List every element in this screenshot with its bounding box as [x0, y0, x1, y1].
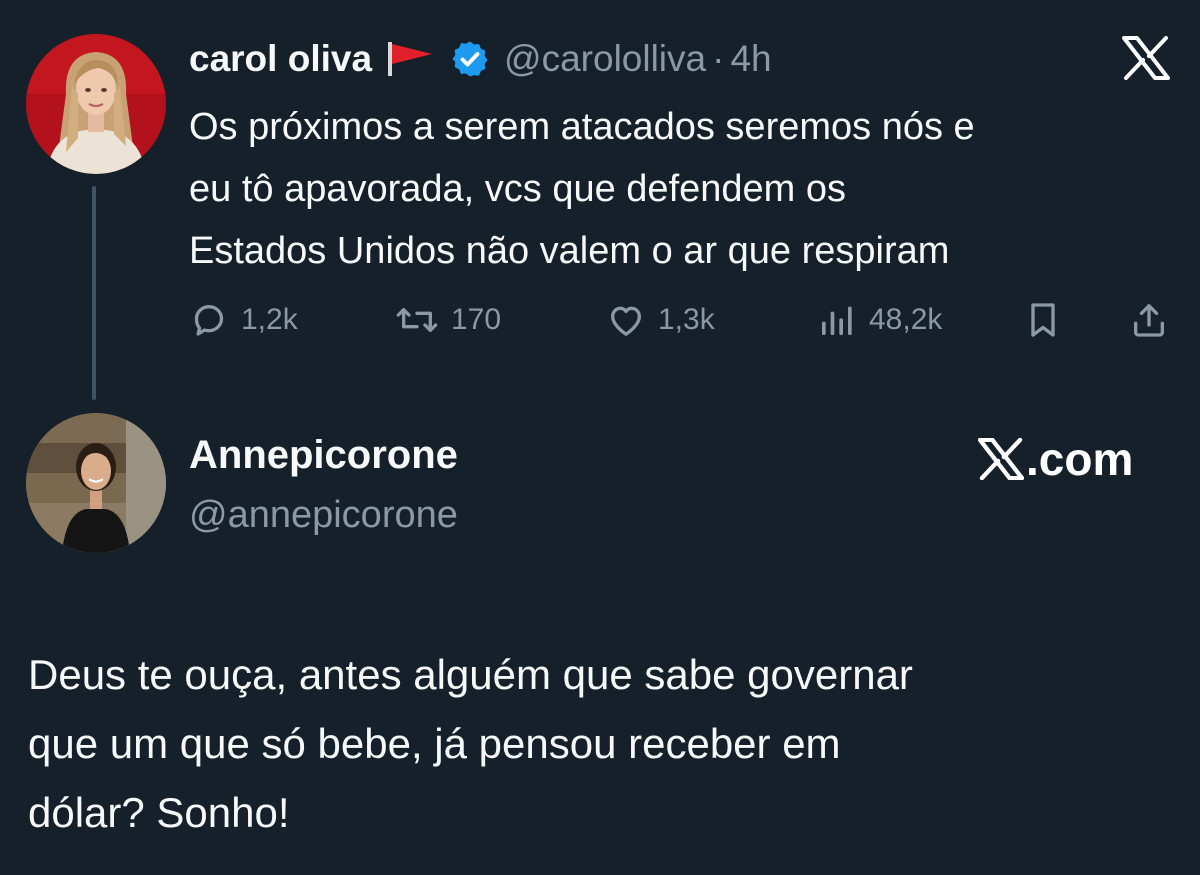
- like-button[interactable]: 1,3k: [606, 296, 715, 344]
- avatar-carol-oliva[interactable]: [26, 34, 166, 174]
- tweet-timestamp[interactable]: 4h: [730, 38, 771, 80]
- views-button[interactable]: 48,2k: [817, 296, 942, 344]
- tweet-header: carol oliva @carololliva · 4h: [189, 36, 772, 82]
- like-icon: [611, 306, 641, 336]
- views-icon: [822, 306, 852, 335]
- tweet-body-text: Os próximos a serem atacados seremos nós…: [189, 96, 1179, 282]
- reply-text-line: Deus te ouça, antes alguém que sabe gove…: [28, 651, 913, 698]
- avatar-annepicorone[interactable]: [26, 413, 166, 553]
- tweet-text-line: Os próximos a serem atacados seremos nós…: [189, 106, 975, 148]
- tweet-screenshot: carol oliva @carololliva · 4h Os próximo…: [0, 0, 1200, 875]
- views-count: 48,2k: [869, 303, 943, 336]
- x-logo-icon: [978, 438, 1024, 480]
- author-display-name[interactable]: carol oliva: [189, 38, 372, 80]
- author-handle[interactable]: @carololliva: [504, 38, 706, 80]
- retweet-count: 170: [451, 303, 502, 336]
- reply-text-line: que um que só bebe, já pensou receber em: [28, 720, 841, 767]
- reply-text-line: dólar? Sonho!: [28, 789, 290, 836]
- reply-body-text: Deus te ouça, antes alguém que sabe gove…: [28, 640, 1178, 847]
- like-count: 1,3k: [658, 303, 715, 336]
- x-com-brand: .com: [978, 433, 1134, 485]
- reply-button[interactable]: 1,2k: [189, 296, 298, 344]
- thread-connector-line: [92, 186, 96, 400]
- bookmark-icon: [1031, 303, 1055, 337]
- verified-badge-icon[interactable]: [450, 39, 490, 79]
- bookmark-button[interactable]: [1023, 296, 1063, 344]
- header-separator: ·: [712, 38, 725, 79]
- tweet-action-bar: 1,2k 170 1,3k 48,2k: [189, 296, 1174, 344]
- share-button[interactable]: [1129, 296, 1169, 344]
- share-icon: [1134, 304, 1164, 337]
- x-com-suffix: .com: [1026, 433, 1134, 485]
- triangular-flag-icon: [386, 40, 436, 78]
- reply-icon: [194, 305, 224, 336]
- avatar-carol-image: [26, 34, 166, 174]
- x-logo-icon: [1122, 36, 1170, 80]
- retweet-button[interactable]: 170: [395, 296, 501, 344]
- tweet-text-line: eu tô apavorada, vcs que defendem os: [189, 168, 847, 210]
- tweet-text-line: Estados Unidos não valem o ar que respir…: [189, 230, 950, 272]
- avatar-anne-image: [26, 413, 166, 553]
- retweet-icon: [396, 308, 438, 332]
- reply-display-name[interactable]: Annepicorone: [189, 433, 458, 478]
- reply-count: 1,2k: [241, 303, 298, 336]
- reply-handle[interactable]: @annepicorone: [189, 494, 458, 537]
